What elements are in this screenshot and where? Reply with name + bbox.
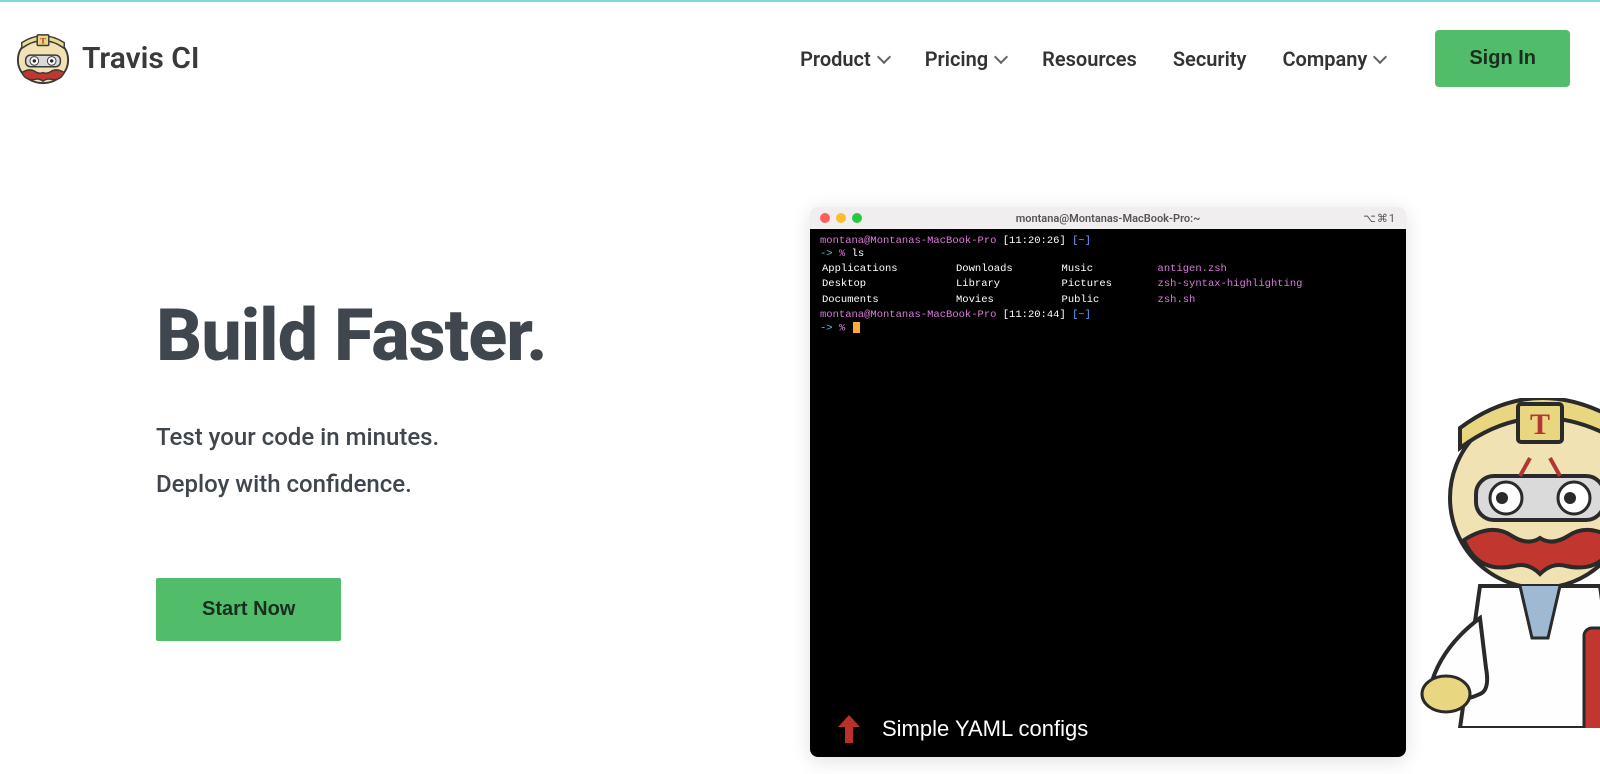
ls-cell: Movies	[956, 294, 1060, 307]
svg-text:T: T	[40, 35, 46, 45]
terminal-line: -> %	[820, 322, 1396, 335]
terminal-caption-text: Simple YAML configs	[882, 715, 1088, 743]
hero-subtitle: Test your code in minutes. Deploy with c…	[156, 414, 716, 508]
window-controls	[820, 213, 862, 223]
terminal-line: montana@Montanas-MacBook-Pro [11:20:44] …	[820, 309, 1396, 322]
ls-cell: Library	[956, 278, 1060, 291]
terminal-demo: montana@Montanas-MacBook-Pro:~ ⌥⌘1 monta…	[810, 207, 1406, 757]
ls-cell: Pictures	[1062, 278, 1156, 291]
terminal-titlebar: montana@Montanas-MacBook-Pro:~ ⌥⌘1	[810, 207, 1406, 229]
nav-security-label: Security	[1173, 47, 1247, 71]
ls-cell: Music	[1062, 263, 1156, 276]
minimize-icon	[836, 213, 846, 223]
svg-text:T: T	[1530, 408, 1550, 441]
ls-cell: Applications	[822, 263, 954, 276]
ls-cell: Desktop	[822, 278, 954, 291]
brand-text: Travis CI	[82, 41, 200, 76]
nav-pricing-label: Pricing	[925, 47, 988, 71]
chevron-down-icon	[1373, 50, 1387, 64]
hero-sub-line2: Deploy with confidence.	[156, 461, 716, 508]
ls-cell: Downloads	[956, 263, 1060, 276]
chevron-down-icon	[877, 50, 891, 64]
ls-cell: zsh.sh	[1158, 294, 1394, 307]
ls-cell: zsh-syntax-highlighting	[1158, 278, 1394, 291]
hero-sub-line1: Test your code in minutes.	[156, 414, 716, 461]
nav-product[interactable]: Product	[800, 47, 889, 71]
terminal-shortcut: ⌥⌘1	[1363, 212, 1396, 225]
signin-button[interactable]: Sign In	[1435, 30, 1570, 87]
terminal-line: montana@Montanas-MacBook-Pro [11:20:26] …	[820, 235, 1396, 248]
logo[interactable]: T Travis CI	[12, 31, 200, 87]
hero-title: Build Faster.	[156, 293, 716, 378]
chevron-down-icon	[994, 50, 1008, 64]
close-icon	[820, 213, 830, 223]
main-nav: Product Pricing Resources Security Compa…	[800, 30, 1570, 87]
nav-product-label: Product	[800, 47, 871, 71]
travis-logo-icon: T	[12, 31, 74, 87]
start-now-button[interactable]: Start Now	[156, 578, 341, 641]
ls-cell: antigen.zsh	[1158, 263, 1394, 276]
terminal-line: -> % ls	[820, 248, 1396, 261]
arrow-up-icon	[836, 713, 862, 745]
maximize-icon	[852, 213, 862, 223]
terminal-body: montana@Montanas-MacBook-Pro [11:20:26] …	[810, 229, 1406, 757]
nav-company-label: Company	[1282, 47, 1367, 71]
nav-resources[interactable]: Resources	[1042, 47, 1137, 71]
hero-section: Build Faster. Test your code in minutes.…	[0, 87, 1600, 757]
nav-resources-label: Resources	[1042, 47, 1137, 71]
terminal-ls-output: Applications Downloads Music antigen.zsh…	[820, 261, 1396, 308]
terminal-window: montana@Montanas-MacBook-Pro:~ ⌥⌘1 monta…	[810, 207, 1406, 757]
nav-company[interactable]: Company	[1282, 47, 1385, 71]
cursor-icon	[853, 322, 860, 333]
nav-pricing[interactable]: Pricing	[925, 47, 1006, 71]
site-header: T Travis CI Product Pricing Resources Se…	[0, 2, 1600, 87]
ls-cell: Public	[1062, 294, 1156, 307]
mascot-illustration: T	[1380, 398, 1600, 728]
terminal-title: montana@Montanas-MacBook-Pro:~	[1016, 212, 1201, 225]
ls-cell: Documents	[822, 294, 954, 307]
terminal-caption: Simple YAML configs	[836, 713, 1088, 745]
hero-copy: Build Faster. Test your code in minutes.…	[156, 207, 716, 757]
nav-security[interactable]: Security	[1173, 47, 1247, 71]
